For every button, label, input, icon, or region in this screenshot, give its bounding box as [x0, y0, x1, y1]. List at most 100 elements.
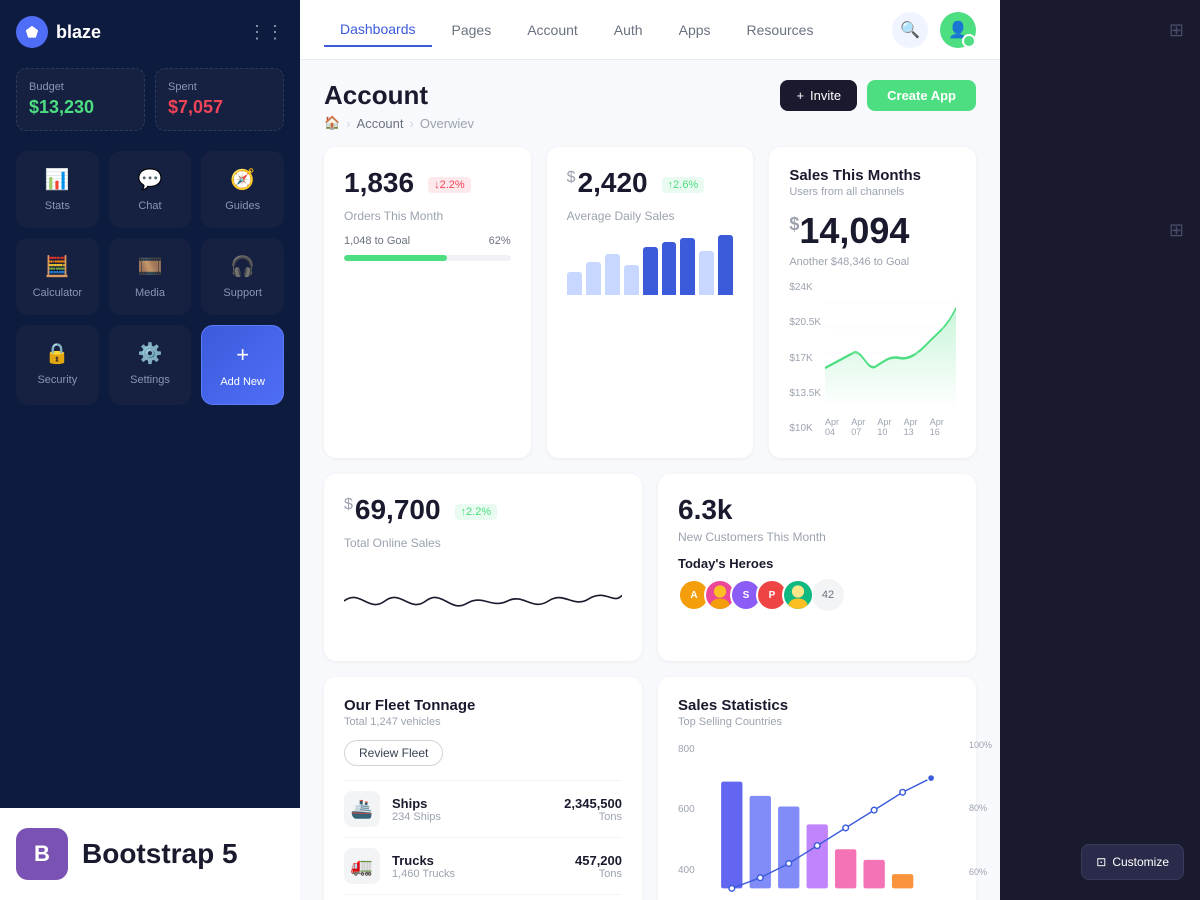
ships-icon: 🚢	[344, 791, 380, 827]
settings-icon: ⚙️	[138, 341, 163, 366]
breadcrumb-account[interactable]: Account	[357, 116, 404, 131]
budget-value: $13,230	[29, 97, 132, 118]
bar-8	[699, 251, 714, 295]
breadcrumb: 🏠 › Account › Overwiev	[324, 115, 474, 131]
sidebar-item-support[interactable]: 🎧 Support	[201, 238, 284, 315]
bar-3	[605, 254, 620, 295]
logo-area: ⬟ blaze	[16, 16, 101, 48]
daily-sales-badge: ↑ 2.6%	[662, 177, 705, 193]
ships-name: Ships	[392, 796, 441, 811]
online-sales-label: Total Online Sales	[344, 536, 622, 550]
currency-symbol: $	[567, 169, 576, 186]
trucks-value: 457,200	[575, 853, 622, 868]
bar-4	[624, 265, 639, 295]
right-settings-icon-1[interactable]: ⊞	[1169, 20, 1184, 41]
sales-stats-title: Sales Statistics	[678, 697, 956, 714]
guides-icon: 🧭	[230, 167, 255, 192]
sidebar-item-label: Security	[37, 374, 77, 386]
breadcrumb-home-icon: 🏠	[324, 115, 340, 131]
search-button[interactable]: 🔍	[892, 12, 928, 48]
sidebar: ⬟ blaze ⋮⋮ Budget $13,230 Spent $7,057 📊…	[0, 0, 300, 900]
sales-stats-subtitle: Top Selling Countries	[678, 716, 956, 728]
sidebar-item-add-new[interactable]: + Add New	[201, 325, 284, 405]
bar-1	[567, 272, 582, 295]
daily-sales-value: $2,420	[567, 167, 648, 199]
customize-icon: ⊡	[1096, 855, 1106, 869]
daily-sales-card: $2,420 ↑ 2.6% Average Daily Sales	[547, 147, 754, 458]
x-axis-labels: Apr 04 Apr 07 Apr 10 Apr 13 Apr 16	[825, 417, 956, 437]
online-sales-value: $69,700	[344, 494, 441, 526]
add-new-icon: +	[236, 342, 249, 368]
sales-chart-area: $24K $20.5K $17K $13.5K $10K	[789, 278, 956, 438]
heroes-avatars: A S P 42	[678, 579, 956, 611]
create-app-button[interactable]: Create App	[867, 80, 976, 111]
stats-icon: 📊	[45, 167, 70, 192]
trucks-name: Trucks	[392, 853, 455, 868]
calculator-icon: 🧮	[45, 254, 70, 279]
sales-month-title: Sales This Months	[789, 167, 956, 184]
right-panel-curve	[1000, 0, 1200, 900]
goal-pct: 62%	[489, 235, 511, 247]
spent-label: Spent	[168, 81, 271, 93]
sidebar-item-stats[interactable]: 📊 Stats	[16, 151, 99, 228]
sidebar-item-settings[interactable]: ⚙️ Settings	[109, 325, 192, 405]
tab-auth[interactable]: Auth	[598, 14, 659, 46]
progress-bar-fill	[344, 255, 447, 261]
sidebar-item-label: Add New	[220, 376, 265, 388]
sidebar-item-chat[interactable]: 💬 Chat	[109, 151, 192, 228]
daily-sales-label: Average Daily Sales	[567, 209, 734, 223]
tab-dashboards[interactable]: Dashboards	[324, 13, 432, 47]
page-actions: + Invite Create App	[780, 80, 976, 111]
fleet-card: Our Fleet Tonnage Total 1,247 vehicles R…	[324, 677, 642, 900]
tab-pages[interactable]: Pages	[436, 14, 508, 46]
fleet-row-ships: 🚢 Ships 234 Ships 2,345,500 Tons	[344, 780, 622, 837]
bar-2	[586, 262, 601, 295]
tab-apps[interactable]: Apps	[663, 14, 727, 46]
chat-icon: 💬	[138, 167, 163, 192]
spent-value: $7,057	[168, 97, 271, 118]
invite-button[interactable]: + Invite	[780, 80, 857, 111]
customers-label: New Customers This Month	[678, 530, 956, 544]
sales-month-value: $14,094	[789, 210, 956, 252]
sidebar-item-label: Media	[135, 287, 165, 299]
customers-card: 6.3k New Customers This Month Today's He…	[658, 474, 976, 661]
orders-value: 1,836	[344, 167, 414, 199]
hero-avatar-5	[782, 579, 814, 611]
sidebar-item-security[interactable]: 🔒 Security	[16, 325, 99, 405]
page-content: Account 🏠 › Account › Overwiev + Invite …	[300, 60, 1000, 900]
sales-line-chart: Apr 04 Apr 07 Apr 10 Apr 13 Apr 16	[825, 278, 956, 438]
sidebar-item-calculator[interactable]: 🧮 Calculator	[16, 238, 99, 315]
right-settings-icon-2[interactable]: ⊞	[1169, 220, 1184, 241]
page-title: Account	[324, 80, 474, 111]
sidebar-item-guides[interactable]: 🧭 Guides	[201, 151, 284, 228]
customize-button[interactable]: ⊡ Customize	[1081, 844, 1184, 880]
sales-month-card: Sales This Months Users from all channel…	[769, 147, 976, 458]
ships-value: 2,345,500	[564, 796, 622, 811]
wave-chart-svg	[344, 566, 622, 636]
sidebar-item-label: Guides	[225, 200, 260, 212]
sales-pct-labels: 100% 80% 60% 40%	[969, 740, 992, 900]
y-axis-labels: $24K $20.5K $17K $13.5K $10K	[789, 278, 821, 438]
tab-resources[interactable]: Resources	[731, 14, 830, 46]
bootstrap-badge: B Bootstrap 5	[0, 808, 300, 900]
tab-account[interactable]: Account	[511, 14, 594, 46]
fleet-row-trucks: 🚛 Trucks 1,460 Trucks 457,200 Tons	[344, 837, 622, 894]
logo-icon: ⬟	[16, 16, 48, 48]
menu-icon[interactable]: ⋮⋮	[248, 22, 284, 43]
page-title-block: Account 🏠 › Account › Overwiev	[324, 80, 474, 131]
goal-label: 1,048 to Goal	[344, 235, 410, 247]
sidebar-item-media[interactable]: 🎞️ Media	[109, 238, 192, 315]
user-avatar-button[interactable]: 👤	[940, 12, 976, 48]
sales-goal-text: Another $48,346 to Goal	[789, 256, 956, 268]
customers-value: 6.3k	[678, 494, 956, 526]
heroes-section: Today's Heroes A S P 42	[678, 556, 956, 611]
spent-card: Spent $7,057	[155, 68, 284, 131]
trucks-icon: 🚛	[344, 848, 380, 884]
right-panel: ⊞ ⊞ ⊡ Customize	[1000, 0, 1200, 900]
sales-stats-chart: 800 600 400 200	[678, 740, 956, 900]
bar-6	[662, 242, 677, 295]
sidebar-item-label: Settings	[130, 374, 170, 386]
review-fleet-button[interactable]: Review Fleet	[344, 740, 443, 766]
bar-chart-mini	[567, 235, 734, 295]
trucks-count: 1,460 Trucks	[392, 868, 455, 880]
